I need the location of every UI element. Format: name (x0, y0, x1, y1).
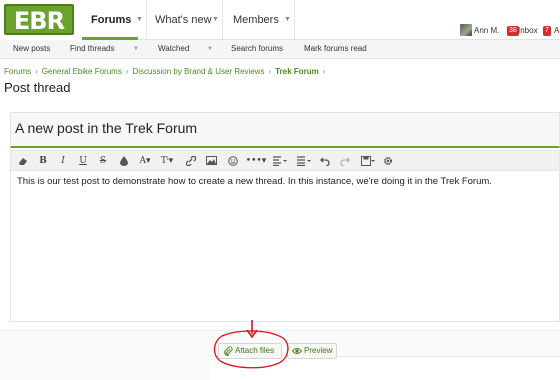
nav-divider (146, 0, 147, 40)
underline-icon[interactable]: U (75, 153, 91, 169)
message-editor[interactable]: B I U S A▾ Tⁱ▾ •••▾ This is our test pos… (10, 150, 560, 322)
subnav-find-threads[interactable]: Find threads (70, 40, 114, 59)
breadcrumb-separator: › (35, 67, 38, 76)
eye-icon (292, 348, 302, 354)
message-body[interactable]: This is our test post to demonstrate how… (17, 177, 547, 187)
italic-icon[interactable]: I (55, 153, 71, 169)
font-family-icon[interactable]: Tⁱ▾ (157, 153, 177, 169)
tab-whats-new[interactable]: What's new (155, 0, 212, 40)
list-icon[interactable] (293, 153, 315, 169)
chevron-down-icon[interactable]: ▼ (136, 0, 143, 40)
breadcrumb-separator: › (125, 67, 129, 76)
chevron-down-icon[interactable]: ▼ (212, 0, 219, 40)
breadcrumb-separator: › (268, 67, 272, 76)
site-logo[interactable]: EBR (0, 0, 82, 40)
attach-files-button[interactable]: Attach files (218, 343, 282, 359)
avatar[interactable] (460, 24, 472, 36)
thread-title-input[interactable]: A new post in the Trek Forum (10, 112, 560, 148)
align-icon[interactable] (269, 153, 291, 169)
undo-icon[interactable] (317, 153, 333, 169)
chevron-down-icon[interactable]: ▼ (284, 0, 291, 40)
user-name[interactable]: Ann M. (474, 24, 499, 38)
more-icon[interactable]: •••▾ (245, 153, 267, 169)
preview-button[interactable]: Preview (287, 343, 337, 359)
text-color-icon[interactable] (117, 153, 131, 169)
breadcrumb-forums[interactable]: Forums (4, 67, 31, 76)
inbox-link[interactable]: Inbox (518, 24, 538, 38)
subnav-mark-forums-read[interactable]: Mark forums read (304, 40, 367, 59)
alerts-link[interactable]: A (554, 24, 559, 38)
settings-icon[interactable] (381, 153, 395, 169)
breadcrumb-trek-forum[interactable]: Trek Forum (275, 67, 319, 76)
strikethrough-icon[interactable]: S (95, 153, 111, 169)
tab-forums-label: Forums (91, 14, 132, 26)
image-icon[interactable] (203, 153, 219, 169)
breadcrumb: Forums › General Ebike Forums › Discussion b… (4, 66, 329, 78)
sub-navigation: New posts Find threads ▼ Watched ▼ Searc… (0, 40, 560, 59)
attach-files-label: Attach files (235, 346, 275, 355)
eraser-icon[interactable] (15, 153, 31, 169)
tab-members[interactable]: Members (233, 0, 279, 40)
bold-icon[interactable]: B (35, 153, 51, 169)
chevron-down-icon[interactable]: ▼ (133, 40, 139, 59)
redo-icon[interactable] (337, 153, 353, 169)
tab-whats-new-label: What's new (155, 14, 212, 26)
save-draft-icon[interactable] (357, 153, 379, 169)
editor-content-area[interactable] (11, 171, 559, 321)
subnav-new-posts[interactable]: New posts (13, 40, 50, 59)
subnav-search-forums[interactable]: Search forums (231, 40, 283, 59)
form-footer-inner (210, 356, 560, 380)
preview-label: Preview (304, 346, 333, 355)
nav-divider (294, 0, 295, 40)
breadcrumb-separator: › (322, 67, 326, 76)
alerts-badge: 7 (543, 26, 551, 36)
breadcrumb-discussion[interactable]: Discussion by Brand & User Reviews (133, 67, 265, 76)
editor-toolbar: B I U S A▾ Tⁱ▾ •••▾ (11, 151, 559, 171)
subnav-watched[interactable]: Watched (158, 40, 189, 59)
tab-members-label: Members (233, 14, 279, 26)
link-icon[interactable] (183, 153, 199, 169)
smilie-icon[interactable] (225, 153, 241, 169)
logo-text: EBR (4, 4, 74, 35)
tab-forums[interactable]: Forums (82, 0, 138, 40)
chevron-down-icon[interactable]: ▼ (207, 40, 213, 59)
top-navigation: EBR Forums ▼ What's new ▼ Members ▼ Ann … (0, 0, 560, 40)
paperclip-icon (224, 346, 233, 356)
breadcrumb-general-ebike[interactable]: General Ebike Forums (42, 67, 122, 76)
font-size-icon[interactable]: A▾ (135, 153, 155, 169)
nav-divider (222, 0, 223, 40)
page-title: Post thread (4, 80, 71, 95)
